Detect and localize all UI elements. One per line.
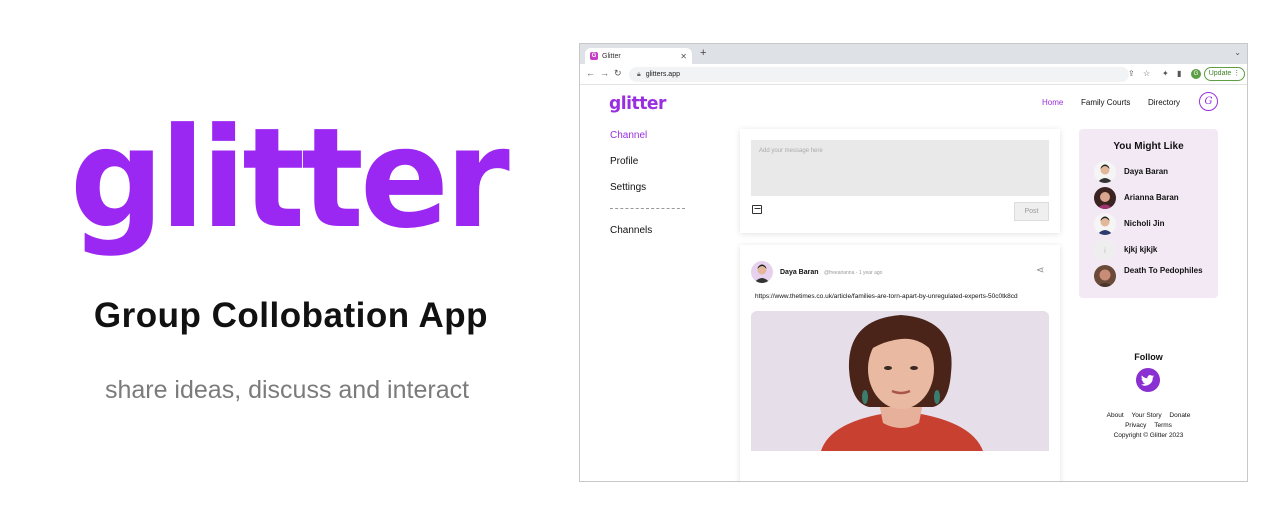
update-label: Update [1208,70,1232,77]
sidebar-item-profile[interactable]: Profile [610,156,690,182]
chevron-down-icon[interactable]: ⌄ [1234,48,1241,57]
twitter-button[interactable] [1136,368,1160,392]
you-might-like-panel: You Might Like Daya Baran Arianna Baran … [1079,129,1218,298]
site-content: glitter Home Family Courts Directory G C… [580,85,1247,481]
lock-icon: 🔒︎ [637,70,641,78]
twitter-icon [1141,375,1154,386]
footer-link-privacy[interactable]: Privacy [1125,422,1146,429]
svg-text:i: i [1104,247,1106,255]
svg-text:glitter: glitter [609,94,667,114]
new-tab-icon[interactable]: + [700,47,706,59]
suggest-name: Arianna Baran [1124,193,1179,202]
post-button[interactable]: Post [1014,202,1049,221]
list-item[interactable]: i kjkj kjkjk [1094,239,1218,263]
nav-home[interactable]: Home [1042,98,1063,107]
promo-panel: glitter Group Collobation App share idea… [0,0,575,508]
message-composer: Post [740,129,1060,233]
footer-link-donate[interactable]: Donate [1169,412,1190,419]
suggest-name: Nicholi Jin [1124,219,1165,228]
url-field[interactable]: 🔒︎ glitters.app [629,67,1129,82]
close-tab-icon[interactable]: ✕ [680,52,687,61]
share-page-icon[interactable]: ⇪ [1128,69,1135,78]
sidebar-divider [610,208,685,209]
message-input[interactable] [751,140,1049,196]
suggest-name: kjkj kjkjk [1124,245,1158,254]
footer-link-terms[interactable]: Terms [1154,422,1172,429]
tab-bar: G Glitter ✕ + ⌄ [580,44,1247,64]
url-text: glitters.app [645,71,680,78]
favicon-icon: G [590,52,598,60]
tab-title: Glitter [602,52,621,60]
bookmark-star-icon[interactable]: ☆ [1143,69,1150,78]
avatar [1094,161,1116,183]
footer-link-your-story[interactable]: Your Story [1131,412,1161,419]
forward-icon[interactable]: → [600,68,609,78]
share-icon[interactable]: ⋖ [1036,265,1044,276]
user-menu-avatar[interactable]: G [1199,92,1218,111]
image-upload-icon[interactable] [752,205,762,214]
post-author[interactable]: Daya Baran [780,269,819,276]
suggest-name: Daya Baran [1124,167,1169,176]
address-bar: ← → ↻ 🔒︎ glitters.app ⇪ ☆ ✦ ▮ G Update ⋮ [580,64,1247,85]
post-image[interactable] [751,311,1049,451]
avatar: i [1094,239,1116,261]
person-icon [754,264,770,283]
promo-title: Group Collobation App [93,296,489,335]
nav-family-courts[interactable]: Family Courts [1081,98,1130,107]
browser-tab[interactable]: G Glitter ✕ [585,48,692,64]
extensions-icon[interactable]: ✦ [1162,69,1169,78]
profile-avatar[interactable]: G [1191,69,1201,79]
post-meta: @freearianna - 1 year ago [824,270,883,276]
footer: About Your Story Donate Privacy Terms Co… [1079,411,1218,441]
list-item[interactable]: Death To Pedophiles [1094,265,1218,289]
avatar [1094,213,1116,235]
browser-window: G Glitter ✕ + ⌄ ← → ↻ 🔒︎ glitters.app ⇪ … [579,43,1248,482]
sidepanel-icon[interactable]: ▮ [1177,69,1181,78]
sidebar-item-channel[interactable]: Channel [610,130,690,156]
follow-label: Follow [1134,352,1163,362]
avatar[interactable] [751,261,773,283]
post-card: Daya Baran @freearianna - 1 year ago ⋖ h… [740,245,1060,481]
portrait-image [751,311,1049,451]
suggest-title: You Might Like [1113,141,1184,152]
back-icon[interactable]: ← [586,68,595,78]
sidebar-item-channels[interactable]: Channels [610,225,690,251]
promo-subtitle: share ideas, discuss and interact [104,376,470,404]
update-button[interactable]: Update ⋮ [1204,67,1245,81]
list-item[interactable]: Daya Baran [1094,161,1218,185]
post-link[interactable]: https://www.thetimes.co.uk/article/famil… [755,293,1018,300]
avatar [1094,265,1116,287]
list-item[interactable]: Arianna Baran [1094,187,1218,211]
site-logo[interactable]: glitter [609,94,667,114]
sidebar-item-settings[interactable]: Settings [610,182,690,208]
sidebar: Channel Profile Settings Channels [610,130,690,251]
copyright: Copyright © Glitter 2023 [1113,432,1184,439]
suggest-name: Death To Pedophiles [1124,266,1203,275]
glitter-promo-logo: glitter [70,118,510,258]
list-item[interactable]: Nicholi Jin [1094,213,1218,237]
svg-text:glitter: glitter [70,118,510,258]
nav-directory[interactable]: Directory [1148,98,1180,107]
reload-icon[interactable]: ↻ [614,68,622,79]
avatar [1094,187,1116,209]
footer-link-about[interactable]: About [1107,412,1124,419]
